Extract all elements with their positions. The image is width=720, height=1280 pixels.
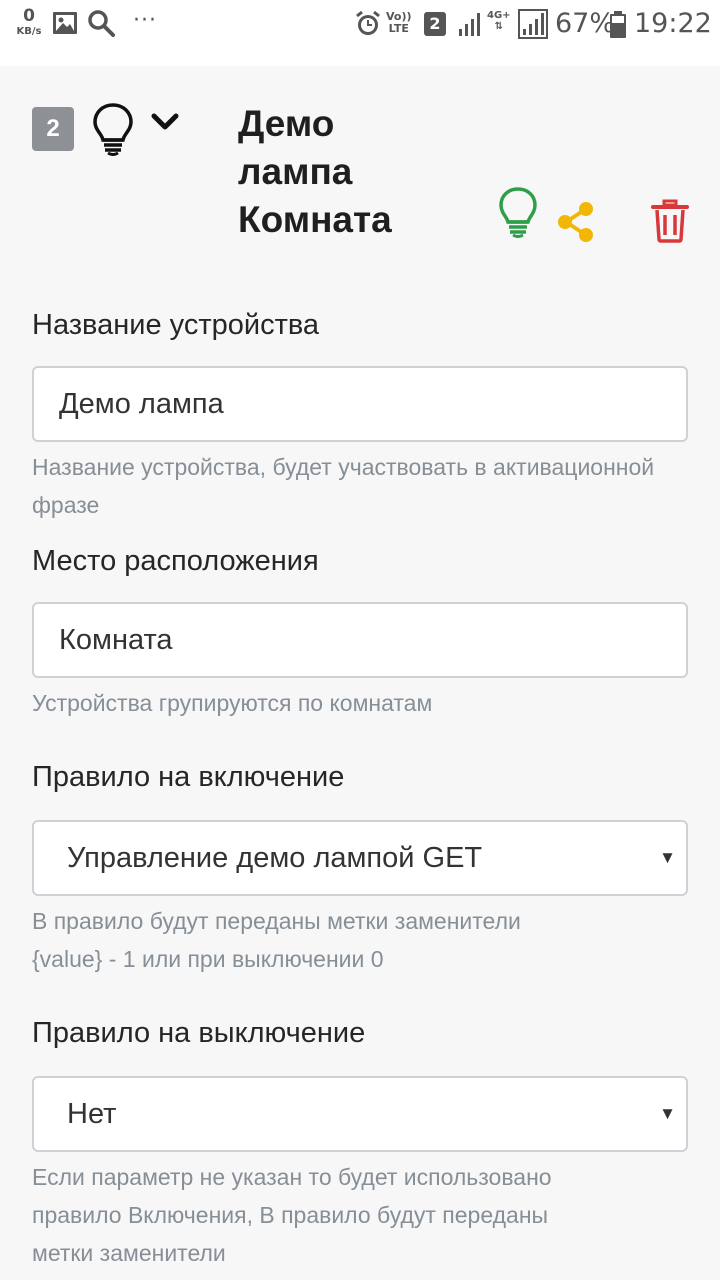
device-title-line: Демо bbox=[238, 103, 335, 144]
clock: 19:22 bbox=[634, 8, 712, 39]
lightbulb-icon bbox=[90, 102, 136, 161]
rule-on-select[interactable]: Управление демо лампой GET ▼ bbox=[32, 820, 688, 896]
gallery-icon bbox=[52, 11, 78, 39]
dropdown-arrow-icon: ▼ bbox=[659, 1104, 676, 1123]
search-icon bbox=[87, 9, 115, 41]
network-type: 4G+ ⇅ bbox=[487, 10, 511, 32]
volte-label-top: Vo)) bbox=[386, 10, 412, 23]
battery-icon bbox=[609, 11, 627, 43]
rule-on-label: Правило на включение bbox=[32, 761, 345, 793]
rule-off-hint: Если параметр не указан то будет использ… bbox=[32, 1158, 688, 1272]
rule-off-hint-line: правило Включения, В правило будут перед… bbox=[32, 1202, 549, 1228]
rule-off-selected-value: Нет bbox=[67, 1098, 117, 1130]
rule-on-hint: В правило будут переданы метки заменител… bbox=[32, 902, 688, 978]
more-notifications-icon: ··· bbox=[133, 8, 157, 33]
chevron-down-icon[interactable] bbox=[150, 110, 180, 139]
rule-off-hint-line: метки заменители bbox=[32, 1240, 226, 1266]
lightbulb-status-icon[interactable] bbox=[496, 186, 540, 243]
device-title: Демо лампа Комната bbox=[238, 100, 438, 244]
device-name-input[interactable]: Демо лампа bbox=[32, 366, 688, 442]
rule-off-label: Правило на выключение bbox=[32, 1017, 366, 1049]
alarm-icon bbox=[354, 10, 382, 42]
volte-label-bottom: LTE bbox=[388, 21, 409, 35]
device-title-line: лампа bbox=[238, 151, 353, 192]
location-input[interactable]: Комната bbox=[32, 602, 688, 678]
rule-on-hint-line: В правило будут переданы метки заменител… bbox=[32, 908, 521, 934]
dropdown-arrow-icon: ▼ bbox=[659, 848, 676, 867]
network-type-label: 4G+ bbox=[487, 10, 511, 21]
net-speed-value: 0 bbox=[23, 6, 35, 26]
device-title-line: Комната bbox=[238, 199, 392, 240]
trash-icon[interactable] bbox=[651, 199, 689, 248]
net-speed-unit: KB/s bbox=[16, 26, 42, 37]
share-icon[interactable] bbox=[556, 200, 596, 249]
device-name-hint: Название устройства, будет участвовать в… bbox=[32, 454, 655, 518]
device-number-badge: 2 bbox=[32, 107, 74, 151]
rule-on-hint-line: {value} - 1 или при выключении 0 bbox=[32, 946, 384, 972]
device-name-label: Название устройства bbox=[32, 309, 320, 341]
rule-off-hint-line: Если параметр не указан то будет использ… bbox=[32, 1164, 552, 1190]
rule-off-select[interactable]: Нет ▼ bbox=[32, 1076, 688, 1152]
signal-icon bbox=[458, 11, 484, 41]
sim-indicator: 2 bbox=[424, 12, 446, 36]
rule-on-selected-value: Управление демо лампой GET bbox=[67, 842, 483, 874]
location-hint: Устройства групируются по комнатам bbox=[32, 690, 433, 716]
battery-percent: 67% bbox=[555, 8, 616, 39]
signal-icon-2 bbox=[518, 9, 548, 43]
status-bar: 0 KB/s ··· Vo)) LTE 2 4G+ ⇅ 67% 19:22 bbox=[0, 0, 720, 66]
data-activity-icon: ⇅ bbox=[494, 21, 503, 32]
location-label: Место расположения bbox=[32, 545, 319, 577]
net-speed: 0 KB/s bbox=[14, 8, 44, 37]
volte-indicator: Vo)) LTE bbox=[386, 11, 412, 34]
